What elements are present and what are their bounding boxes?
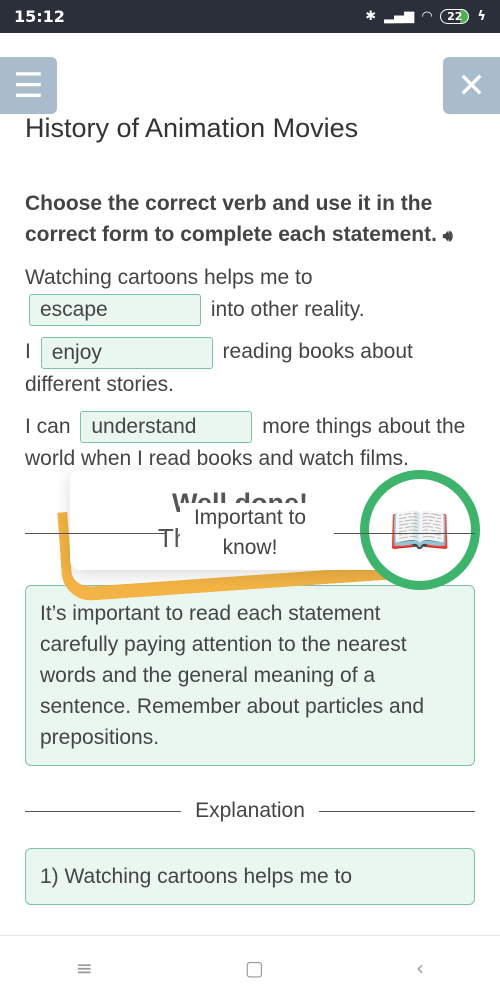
battery-icon: 22 (440, 9, 470, 24)
page-title: History of Animation Movies (25, 113, 359, 143)
important-divider: Important to know! (25, 503, 475, 564)
instruction: Choose the correct verb and use it in th… (25, 192, 453, 246)
statement-3: I can understand more things about the w… (25, 411, 475, 475)
explanation-divider: Explanation (25, 796, 475, 826)
status-bar: 15:12 ✱ ▂▄▆ ◠ 22 ϟ (0, 0, 500, 33)
explanation-item: 1) Watching cartoons helps me to (25, 848, 475, 906)
clock: 15:12 (14, 7, 65, 26)
speaker-icon[interactable]: 🔊︎ (443, 228, 453, 245)
close-icon: ✕ (457, 65, 486, 106)
statement-1: Watching cartoons helps me to escape int… (25, 262, 475, 327)
menu-button[interactable]: ☰ (0, 57, 57, 114)
answer-field-2[interactable]: enjoy (40, 336, 213, 369)
hamburger-icon: ☰ (13, 65, 44, 106)
important-heading: Important to know! (180, 503, 320, 564)
android-nav-bar: ≡ ▢ ‹ (0, 935, 500, 1000)
answer-field-1[interactable]: escape (29, 294, 201, 327)
answer-field-3[interactable]: understand (80, 411, 253, 444)
recents-icon[interactable]: ≡ (76, 956, 93, 980)
signal-icon: ▂▄▆ (384, 9, 415, 24)
bluetooth-icon: ✱ (365, 9, 377, 24)
wifi-icon: ◠ (422, 9, 433, 24)
statement-2: I enjoy reading books about different st… (25, 336, 475, 400)
back-icon[interactable]: ‹ (416, 956, 424, 980)
close-button[interactable]: ✕ (443, 57, 500, 114)
home-icon[interactable]: ▢ (245, 956, 264, 980)
charging-icon: ϟ (477, 9, 486, 24)
important-note: It’s important to read each statement ca… (25, 585, 475, 767)
